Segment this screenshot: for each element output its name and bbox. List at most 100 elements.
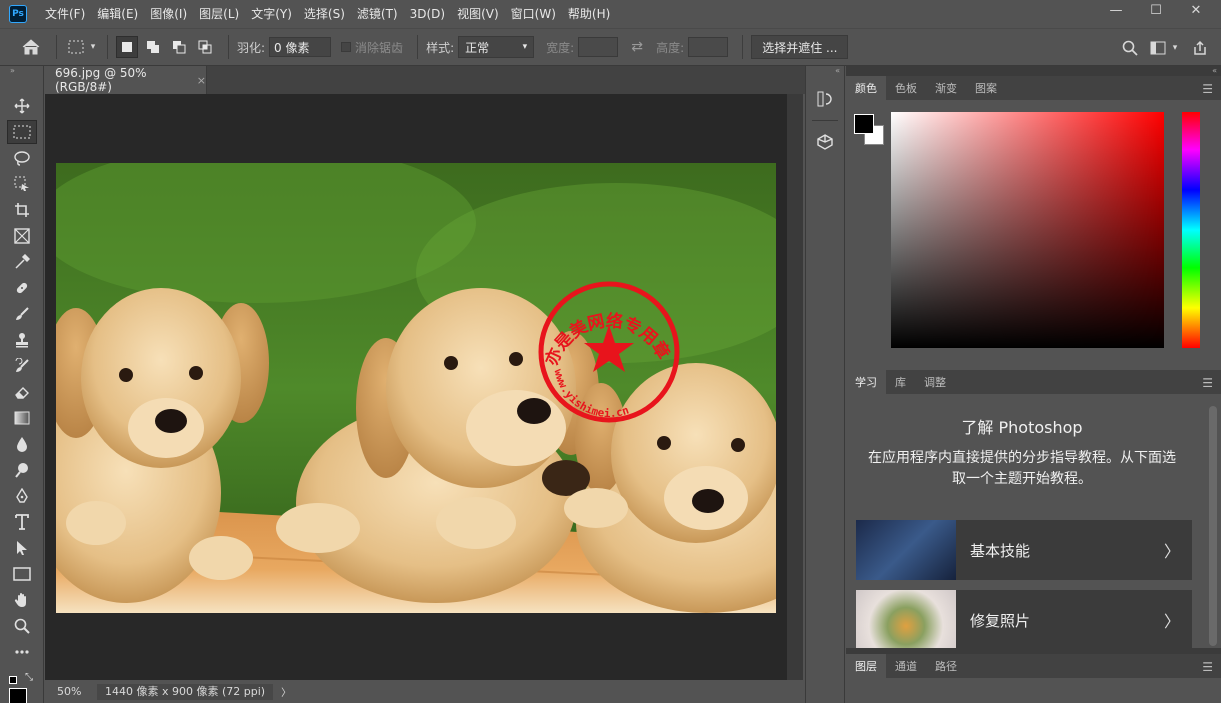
dodge-tool-icon[interactable]	[7, 458, 37, 482]
blur-tool-icon[interactable]	[7, 432, 37, 456]
tab-patterns[interactable]: 图案	[966, 76, 1006, 100]
path-selection-tool-icon[interactable]	[7, 536, 37, 560]
panel-menu-icon[interactable]: ☰	[1202, 82, 1213, 96]
brush-tool-icon[interactable]	[7, 302, 37, 326]
menu-view[interactable]: 视图(V)	[451, 0, 505, 28]
panel-menu-icon[interactable]: ☰	[1202, 660, 1213, 674]
crop-tool-icon[interactable]	[7, 198, 37, 222]
default-colors-icon[interactable]	[9, 676, 17, 684]
zoom-tool-icon[interactable]	[7, 614, 37, 638]
canvas-area[interactable]: 亦是美网络专用章 www.yishimei.cn	[45, 94, 787, 680]
chevron-down-icon[interactable]: ▾	[1169, 37, 1181, 59]
close-tab-icon[interactable]: ×	[197, 74, 206, 87]
learn-title: 了解 Photoshop	[961, 418, 1083, 437]
add-selection-button[interactable]	[142, 36, 164, 58]
menu-select[interactable]: 选择(S)	[298, 0, 351, 28]
minimize-button[interactable]: —	[1099, 0, 1133, 20]
select-and-mask-button[interactable]: 选择并遮住 ...	[751, 35, 849, 59]
rectangle-tool-icon[interactable]	[7, 562, 37, 586]
menu-help[interactable]: 帮助(H)	[562, 0, 616, 28]
home-icon[interactable]	[20, 36, 42, 58]
menu-filter[interactable]: 滤镜(T)	[351, 0, 404, 28]
tools-panel: » ⤡	[0, 66, 44, 703]
right-panels: « 颜色 色板 渐变 图案 ☰ 学习 库 调整 ☰ 了解 Photoshop 在…	[846, 66, 1221, 703]
learn-card-basic-skills[interactable]: 基本技能 〉	[856, 520, 1192, 580]
panel-menu-icon[interactable]: ☰	[1202, 376, 1213, 390]
marquee-preset-icon[interactable]	[65, 36, 87, 58]
tab-learn[interactable]: 学习	[846, 370, 886, 394]
eraser-tool-icon[interactable]	[7, 380, 37, 404]
clone-stamp-tool-icon[interactable]	[7, 328, 37, 352]
document-tab[interactable]: 696.jpg @ 50%(RGB/8#) ×	[45, 66, 207, 94]
rectangular-marquee-tool-icon[interactable]	[6, 120, 37, 144]
chevron-right-icon: 〉	[1163, 612, 1180, 631]
tab-color[interactable]: 颜色	[846, 76, 886, 100]
status-bar: 50% 1440 像素 x 900 像素 (72 ppi) 〉	[45, 680, 805, 703]
tab-adjustments[interactable]: 调整	[915, 370, 955, 394]
subtract-selection-button[interactable]	[168, 36, 190, 58]
history-brush-tool-icon[interactable]	[7, 354, 37, 378]
width-input[interactable]	[578, 37, 619, 57]
eyedropper-tool-icon[interactable]	[7, 250, 37, 274]
history-icon[interactable]	[812, 86, 838, 112]
style-select[interactable]: 正常 ▾	[458, 36, 535, 58]
maximize-button[interactable]: ☐	[1139, 0, 1173, 20]
height-input[interactable]	[688, 37, 729, 57]
feather-input[interactable]	[269, 37, 332, 57]
pen-tool-icon[interactable]	[7, 484, 37, 508]
share-icon[interactable]	[1189, 37, 1211, 59]
menu-image[interactable]: 图像(I)	[144, 0, 193, 28]
antialias-checkbox[interactable]	[341, 42, 352, 52]
swap-colors-icon[interactable]: ⤡	[25, 672, 33, 683]
canvas-vertical-scrollbar[interactable]	[787, 94, 803, 680]
style-label: 样式:	[426, 40, 455, 55]
color-field[interactable]	[891, 112, 1164, 348]
tab-layers[interactable]: 图层	[846, 654, 886, 678]
hue-slider[interactable]	[1182, 112, 1200, 348]
tab-swatches[interactable]: 色板	[886, 76, 926, 100]
move-tool-icon[interactable]	[7, 94, 37, 118]
new-selection-button[interactable]	[116, 36, 138, 58]
close-button[interactable]: ✕	[1179, 0, 1213, 20]
style-select-value: 正常	[465, 40, 490, 55]
frame-tool-icon[interactable]	[7, 224, 37, 248]
menu-file[interactable]: 文件(F)	[39, 0, 91, 28]
foreground-color-swatch[interactable]	[9, 688, 27, 703]
workspace-icon[interactable]	[1147, 37, 1169, 59]
healing-brush-tool-icon[interactable]	[7, 276, 37, 300]
swap-icon[interactable]: ⇄	[626, 36, 648, 58]
options-bar: ▾ 羽化: 消除锯齿 样式: 正常 ▾ 宽度: ⇄ 高度: 选择并遮住 ... …	[0, 28, 1221, 66]
width-label: 宽度:	[546, 40, 575, 55]
menu-bar: Ps 文件(F) 编辑(E) 图像(I) 图层(L) 文字(Y) 选择(S) 滤…	[0, 0, 1221, 28]
tab-channels[interactable]: 通道	[886, 654, 926, 678]
collapse-icon[interactable]: «	[846, 66, 1221, 76]
tab-gradients[interactable]: 渐变	[926, 76, 966, 100]
intersect-selection-button[interactable]	[194, 36, 216, 58]
chevron-down-icon[interactable]: ▾	[87, 36, 99, 58]
menu-window[interactable]: 窗口(W)	[505, 0, 562, 28]
3d-icon[interactable]	[812, 129, 838, 155]
collapse-icon[interactable]: «	[806, 66, 844, 78]
zoom-level[interactable]: 50%	[45, 685, 93, 698]
document-image: 亦是美网络专用章 www.yishimei.cn	[56, 163, 776, 613]
more-tools-icon[interactable]	[7, 640, 37, 664]
search-icon[interactable]	[1119, 37, 1141, 59]
menu-type[interactable]: 文字(Y)	[245, 0, 298, 28]
type-tool-icon[interactable]	[7, 510, 37, 534]
chevron-right-icon[interactable]: 〉	[281, 684, 291, 699]
menu-edit[interactable]: 编辑(E)	[91, 0, 144, 28]
lasso-tool-icon[interactable]	[7, 146, 37, 170]
hand-tool-icon[interactable]	[7, 588, 37, 612]
learn-card-fix-photo[interactable]: 修复照片 〉	[856, 590, 1192, 648]
document-tabs: 696.jpg @ 50%(RGB/8#) ×	[45, 66, 805, 94]
tab-paths[interactable]: 路径	[926, 654, 966, 678]
tab-libraries[interactable]: 库	[886, 370, 915, 394]
menu-layer[interactable]: 图层(L)	[193, 0, 245, 28]
menu-3d[interactable]: 3D(D)	[404, 0, 451, 28]
learn-scrollbar[interactable]	[1209, 406, 1217, 646]
gradient-tool-icon[interactable]	[7, 406, 37, 430]
collapse-icon[interactable]: »	[0, 66, 43, 78]
foreground-color-swatch[interactable]	[854, 114, 874, 134]
object-selection-tool-icon[interactable]	[7, 172, 37, 196]
learn-description: 在应用程序内直接提供的分步指导教程。从下面选取一个主题开始教程。	[868, 450, 1176, 487]
